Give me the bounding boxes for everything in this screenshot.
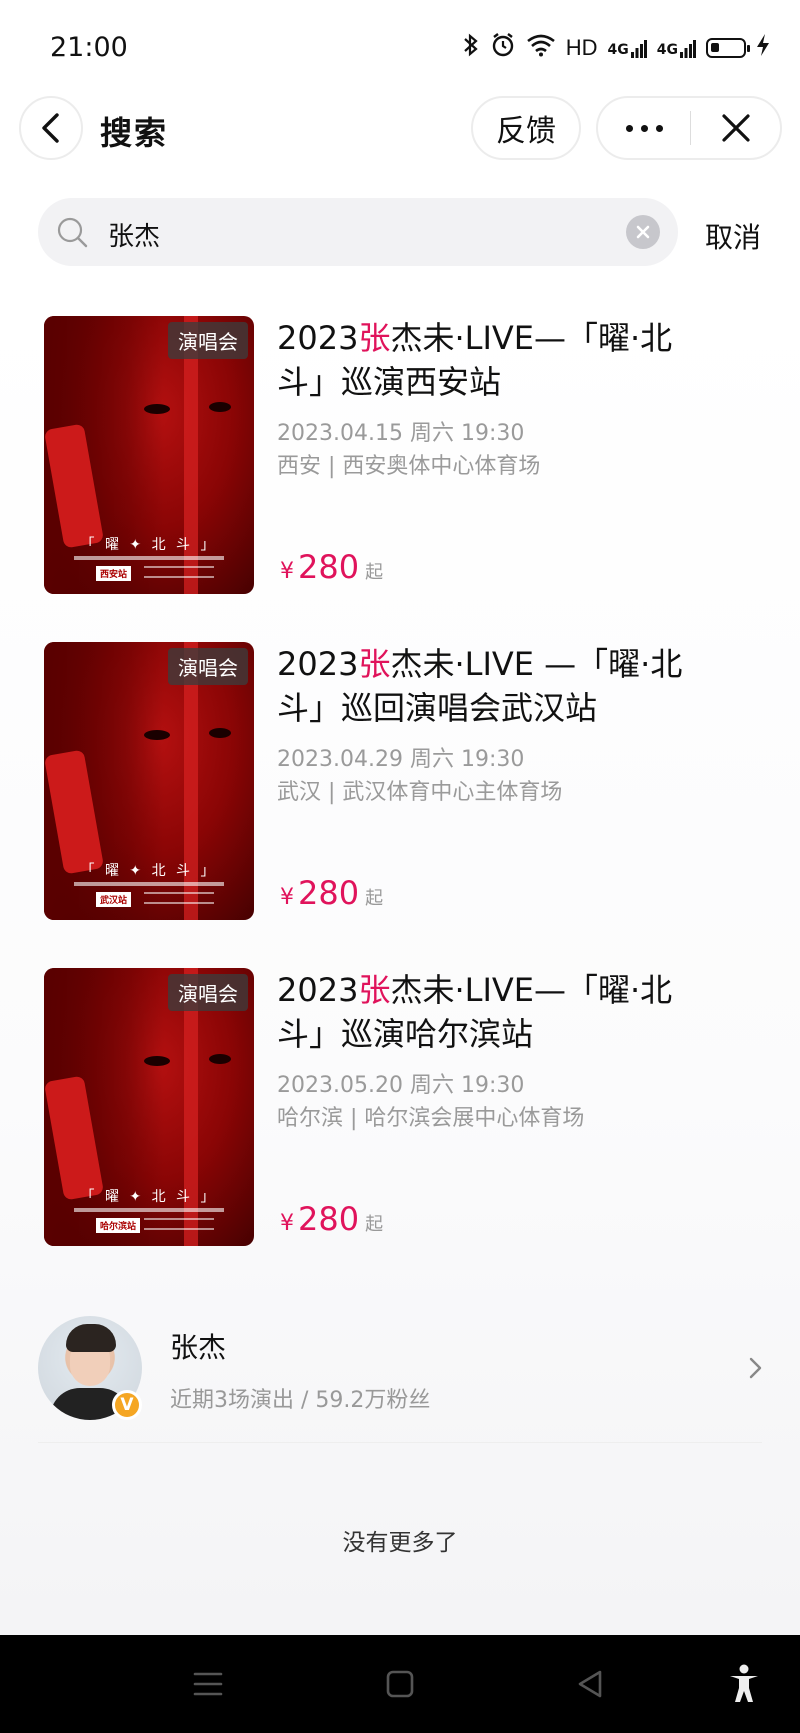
search-input[interactable]: 张杰 xyxy=(38,198,678,266)
event-price: ¥ 280 起 xyxy=(280,1200,384,1238)
event-poster: 「 曜 ✦ 北 斗 」 哈尔滨站 演唱会 xyxy=(44,968,254,1246)
event-card[interactable]: 「 曜 ✦ 北 斗 」 哈尔滨站 演唱会 2023张杰未·LIVE—「曜·北斗」… xyxy=(0,950,800,1276)
title-highlight: 张 xyxy=(358,319,391,357)
more-icon[interactable] xyxy=(598,98,690,158)
event-price: ¥ 280 起 xyxy=(280,874,384,912)
charging-icon xyxy=(756,33,770,63)
artist-row[interactable]: V 张杰 近期3场演出 / 59.2万粉丝 xyxy=(0,1298,800,1448)
status-bar: 21:00 HD 4G 4G xyxy=(0,0,800,96)
title-highlight: 张 xyxy=(358,971,391,1009)
event-price: ¥ 280 起 xyxy=(280,548,384,586)
accessibility-icon[interactable] xyxy=(714,1635,774,1733)
chevron-right-icon xyxy=(749,1357,762,1379)
event-poster: 「 曜 ✦ 北 斗 」 武汉站 演唱会 xyxy=(44,642,254,920)
event-poster: 「 曜 ✦ 北 斗 」 西安站 演唱会 xyxy=(44,316,254,594)
battery-icon xyxy=(706,38,750,58)
category-badge: 演唱会 xyxy=(168,648,248,685)
event-venue: 哈尔滨 | 哈尔滨会展中心体育场 xyxy=(277,1106,585,1131)
category-badge: 演唱会 xyxy=(168,322,248,359)
event-title: 2023张杰未·LIVE—「曜·北斗」巡演哈尔滨站 xyxy=(277,971,673,1053)
verified-badge: V xyxy=(112,1390,142,1420)
event-date: 2023.04.29 周六 19:30 xyxy=(277,747,525,772)
status-icons: HD 4G 4G xyxy=(462,32,770,64)
poster-city-tag: 武汉站 xyxy=(96,892,132,907)
event-card[interactable]: 「 曜 ✦ 北 斗 」 武汉站 演唱会 2023张杰未·LIVE —「曜·北斗」… xyxy=(0,624,800,950)
poster-title: 「 曜 ✦ 北 斗 」 xyxy=(80,1189,218,1205)
mini-program-capsule xyxy=(596,96,782,160)
event-title: 2023张杰未·LIVE—「曜·北斗」巡演西安站 xyxy=(277,319,673,401)
page-title: 搜索 xyxy=(100,114,169,152)
category-badge: 演唱会 xyxy=(168,974,248,1011)
status-time: 21:00 xyxy=(50,32,128,63)
alarm-icon xyxy=(490,32,516,64)
poster-title: 「 曜 ✦ 北 斗 」 xyxy=(80,863,218,879)
no-more-text: 没有更多了 xyxy=(342,1530,458,1556)
artist-meta: 近期3场演出 / 59.2万粉丝 xyxy=(170,1388,431,1413)
back-triangle-icon[interactable] xyxy=(560,1635,620,1733)
back-button[interactable] xyxy=(19,96,83,160)
poster-city-tag: 西安站 xyxy=(96,566,132,581)
wifi-icon xyxy=(526,33,556,63)
divider xyxy=(38,1442,762,1443)
cancel-button[interactable]: 取消 xyxy=(705,216,761,256)
poster-city-tag: 哈尔滨站 xyxy=(96,1218,141,1233)
poster-title: 「 曜 ✦ 北 斗 」 xyxy=(80,537,218,553)
menu-icon[interactable] xyxy=(178,1635,238,1733)
event-venue: 武汉 | 武汉体育中心主体育场 xyxy=(277,780,563,805)
close-button[interactable] xyxy=(691,98,780,158)
search-row: 张杰 取消 xyxy=(0,170,800,298)
feedback-button[interactable]: 反馈 xyxy=(471,96,581,160)
search-value[interactable]: 张杰 xyxy=(108,216,160,253)
signal-icon-2: 4G xyxy=(657,38,696,58)
home-square-icon[interactable] xyxy=(370,1635,430,1733)
hd-label: HD xyxy=(565,35,598,60)
signal-2-label: 4G xyxy=(656,42,678,58)
event-date: 2023.05.20 周六 19:30 xyxy=(277,1073,525,1098)
event-date: 2023.04.15 周六 19:30 xyxy=(277,421,525,446)
search-icon xyxy=(56,216,90,250)
system-nav-bar xyxy=(0,1635,800,1733)
signal-1-label: 4G xyxy=(607,42,629,58)
artist-name: 张杰 xyxy=(170,1331,227,1364)
clear-icon[interactable] xyxy=(626,215,660,249)
close-icon xyxy=(721,114,750,142)
artist-avatar: V xyxy=(38,1316,146,1424)
bluetooth-icon xyxy=(462,33,480,63)
event-venue: 西安 | 西安奥体中心体育场 xyxy=(277,454,541,479)
back-arrow-icon xyxy=(42,113,59,143)
event-card[interactable]: 「 曜 ✦ 北 斗 」 西安站 演唱会 2023张杰未·LIVE—「曜·北斗」巡… xyxy=(0,298,800,624)
nav-bar: 搜索 反馈 xyxy=(0,90,800,170)
signal-icon: 4G xyxy=(608,38,647,58)
search-results: 「 曜 ✦ 北 斗 」 西安站 演唱会 2023张杰未·LIVE—「曜·北斗」巡… xyxy=(0,298,800,1635)
event-title: 2023张杰未·LIVE —「曜·北斗」巡回演唱会武汉站 xyxy=(277,645,683,727)
title-highlight: 张 xyxy=(358,645,391,683)
